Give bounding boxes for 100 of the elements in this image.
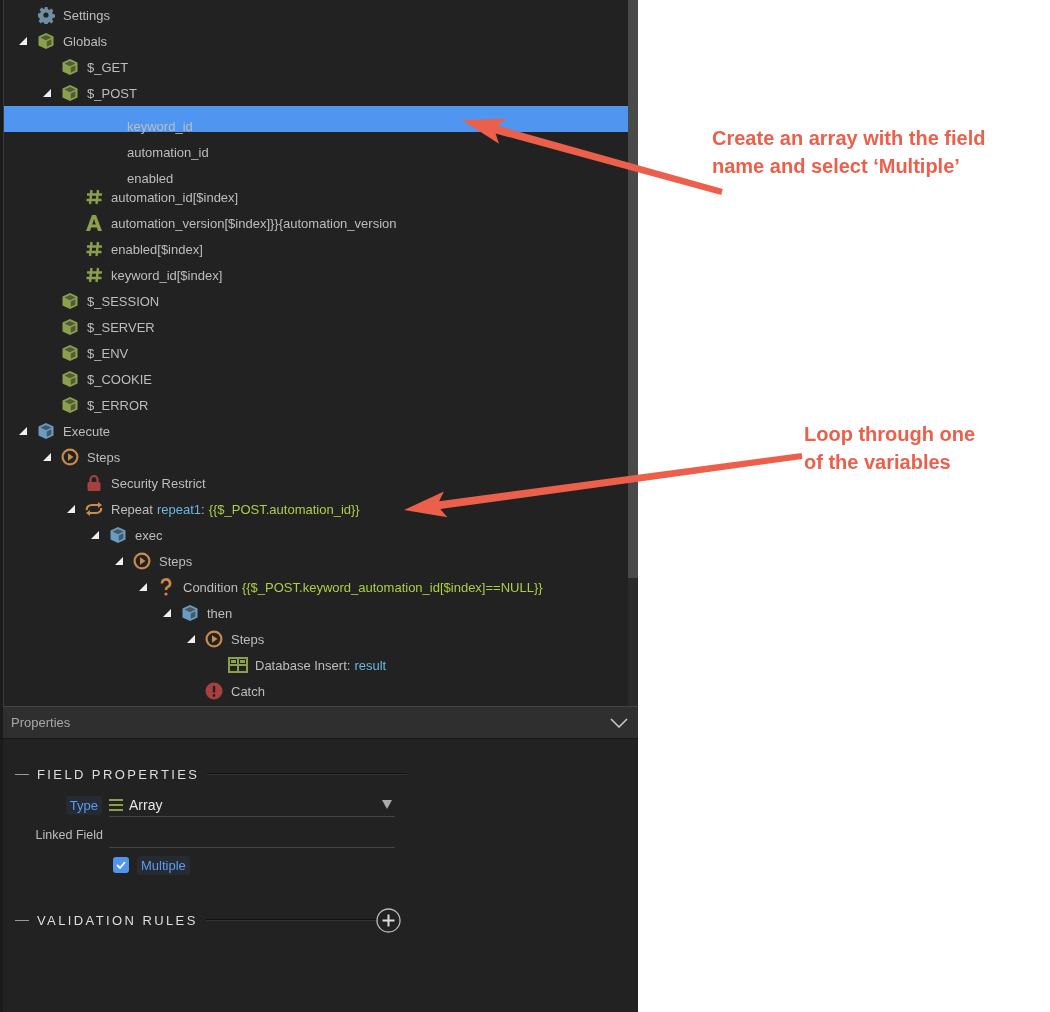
- cube-icon: [61, 370, 79, 388]
- tree-row[interactable]: keyword_id[$index]: [4, 262, 628, 288]
- expand-toggle[interactable]: [139, 583, 147, 591]
- cube-icon: [61, 84, 79, 102]
- tree-item-label: Catch: [231, 683, 265, 699]
- tree-row[interactable]: Globals: [4, 28, 628, 54]
- tree-row[interactable]: enabled: [4, 158, 628, 184]
- tree-item-label: automation_version[$index]}}{automation_version: [111, 215, 397, 231]
- tree-row[interactable]: $_ERROR: [4, 392, 628, 418]
- tree-item-label: $_ERROR: [87, 397, 149, 413]
- type-select[interactable]: Array: [109, 793, 395, 817]
- tree-row[interactable]: Execute: [4, 418, 628, 444]
- tree-item-label: Security Restrict: [111, 475, 206, 491]
- field-label: Type: [65, 795, 102, 815]
- tree-item-label: Repeat repeat1: {{$_POST.automation_id}}: [111, 501, 360, 517]
- tree-row[interactable]: Repeat repeat1: {{$_POST.automation_id}}: [4, 496, 628, 522]
- tree-row[interactable]: Database Insert: result: [4, 652, 628, 678]
- tree-item-label: keyword_id: [127, 119, 193, 134]
- tree-row[interactable]: Steps: [4, 548, 628, 574]
- tree-row[interactable]: Catch: [4, 678, 628, 704]
- tree-item-label: $_ENV: [87, 345, 129, 361]
- expand-toggle[interactable]: [115, 557, 123, 565]
- expand-toggle[interactable]: [43, 89, 51, 97]
- tree-item-label: then: [207, 605, 233, 621]
- play-icon: [205, 630, 223, 648]
- tree-row[interactable]: Steps: [4, 626, 628, 652]
- tree-row[interactable]: $_ENV: [4, 340, 628, 366]
- checkbox-label: Multiple: [137, 855, 190, 875]
- tree-item-label: enabled: [127, 171, 174, 186]
- tree-item-label: Steps: [87, 449, 121, 465]
- tree-item-label: Database Insert: result: [255, 657, 387, 673]
- panel-header[interactable]: Properties: [3, 706, 638, 739]
- lock-icon: [85, 474, 103, 492]
- tree-item-label: $_SERVER: [87, 319, 155, 335]
- tree-row[interactable]: Steps: [4, 444, 628, 470]
- scrollbar[interactable]: [628, 0, 638, 706]
- tree-row[interactable]: $_GET: [4, 54, 628, 80]
- cube-icon: [37, 422, 55, 440]
- tree-row[interactable]: $_SERVER: [4, 314, 628, 340]
- tree-item-label: Steps: [159, 553, 193, 569]
- annotation-text: Loop through one of the variables: [804, 422, 976, 475]
- tree-row[interactable]: exec: [4, 522, 628, 548]
- letter-a-icon: [85, 214, 103, 232]
- tree-item-label: keyword_id[$index]: [111, 267, 223, 283]
- question-icon: [159, 578, 173, 596]
- tree-item-label: Globals: [63, 33, 108, 49]
- field-label: Linked Field: [35, 828, 103, 842]
- dropdown-caret-icon: [382, 800, 392, 809]
- cube-icon: [61, 396, 79, 414]
- cube-icon: [181, 604, 199, 622]
- tree-row[interactable]: automation_id[$index]: [4, 184, 628, 210]
- error-icon: [205, 682, 223, 700]
- tree-item-label: Steps: [231, 631, 265, 647]
- play-icon: [133, 552, 151, 570]
- checkmark-icon: [116, 861, 126, 869]
- expand-toggle[interactable]: [19, 427, 27, 435]
- tree-item-label: Execute: [63, 423, 110, 439]
- tree-item-label: exec: [135, 527, 163, 543]
- tree-row[interactable]: enabled[$index]: [4, 236, 628, 262]
- tree-row[interactable]: Security Restrict: [4, 470, 628, 496]
- tree-item-label: automation_id: [127, 145, 209, 160]
- list-icon: [109, 798, 123, 811]
- cube-icon: [61, 58, 79, 76]
- panel-title: Properties: [11, 715, 71, 730]
- tree-item-label: automation_id[$index]: [111, 189, 239, 205]
- tree-row[interactable]: Settings: [4, 2, 628, 28]
- expand-toggle[interactable]: [187, 635, 195, 643]
- tree-row[interactable]: $_COOKIE: [4, 366, 628, 392]
- tree-item-label: enabled[$index]: [111, 241, 203, 257]
- expand-toggle[interactable]: [163, 609, 171, 617]
- tree-item-label: Condition {{$_POST.keyword_automation_id[$index]==NULL}}: [183, 579, 543, 595]
- tree-row[interactable]: automation_version[$index]}}{automation_version: [4, 210, 628, 236]
- cube-icon: [61, 344, 79, 362]
- tree-item-label: $_SESSION: [87, 293, 160, 309]
- checkbox[interactable]: [113, 857, 129, 873]
- hash-icon: [85, 266, 103, 284]
- tree-row[interactable]: $_SESSION: [4, 288, 628, 314]
- gear-icon: [37, 6, 55, 24]
- expand-toggle[interactable]: [19, 37, 27, 45]
- cube-icon: [61, 318, 79, 336]
- table-icon: [228, 657, 248, 673]
- tree-item-label: $_POST: [87, 85, 137, 101]
- expand-toggle[interactable]: [67, 505, 75, 513]
- expand-toggle[interactable]: [43, 453, 51, 461]
- cube-icon: [61, 292, 79, 310]
- chevron-down-icon[interactable]: [610, 717, 628, 728]
- tree-item-label: Settings: [63, 7, 110, 23]
- play-icon: [61, 448, 79, 466]
- hash-icon: [85, 188, 103, 206]
- add-icon[interactable]: [375, 907, 401, 933]
- annotation-text: Create an array with the field name and select ‘Multiple’: [712, 126, 986, 179]
- tree-row[interactable]: then: [4, 600, 628, 626]
- repeat-icon: [84, 500, 104, 518]
- tree-row[interactable]: Condition {{$_POST.keyword_automation_id[$index]==NULL}}: [4, 574, 628, 600]
- tree-item-label: $_GET: [87, 59, 129, 75]
- cube-icon: [37, 32, 55, 50]
- tree-item-label: $_COOKIE: [87, 371, 153, 387]
- tree-row[interactable]: $_POST: [4, 80, 628, 106]
- section-title: FIELD PROPERTIES: [37, 766, 200, 782]
- expand-toggle[interactable]: [91, 531, 99, 539]
